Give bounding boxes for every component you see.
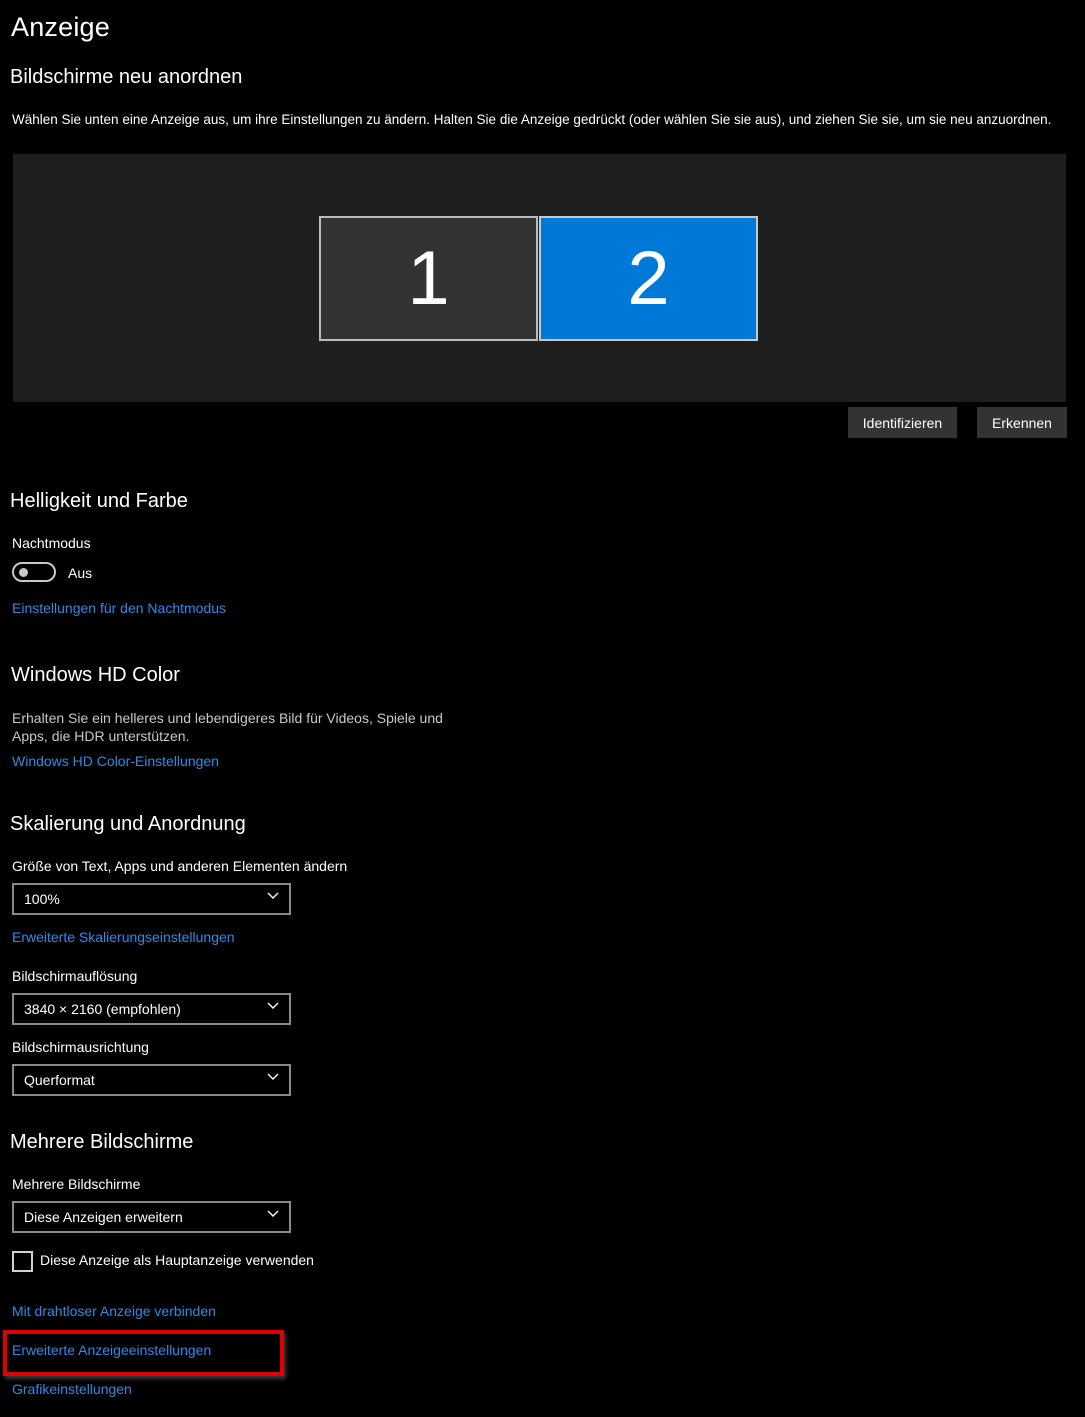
size-dropdown[interactable]: 100%: [12, 883, 291, 915]
toggle-knob: [19, 568, 28, 577]
hdr-description-line1: Erhalten Sie ein helleres und lebendiger…: [12, 710, 443, 726]
hdr-heading: Windows HD Color: [11, 664, 180, 686]
chevron-down-icon: [267, 892, 279, 899]
multi-display-dropdown-value: Diese Anzeigen erweitern: [24, 1209, 183, 1225]
orientation-label: Bildschirmausrichtung: [12, 1039, 149, 1055]
multi-display-label: Mehrere Bildschirme: [12, 1176, 141, 1192]
monitor-2[interactable]: 2: [539, 216, 758, 341]
monitor-arrangement-area[interactable]: 1 2: [13, 154, 1066, 402]
size-label: Größe von Text, Apps und anderen Element…: [12, 858, 348, 874]
night-mode-settings-link[interactable]: Einstellungen für den Nachtmodus: [12, 600, 226, 616]
orientation-dropdown-value: Querformat: [24, 1072, 95, 1088]
main-display-checkbox[interactable]: [12, 1251, 33, 1272]
chevron-down-icon: [267, 1073, 279, 1080]
main-display-checkbox-label[interactable]: Diese Anzeige als Hauptanzeige verwenden: [40, 1252, 314, 1268]
resolution-dropdown[interactable]: 3840 × 2160 (empfohlen): [12, 993, 291, 1025]
chevron-down-icon: [267, 1002, 279, 1009]
scaling-heading: Skalierung und Anordnung: [10, 813, 246, 835]
graphics-settings-link[interactable]: Grafikeinstellungen: [12, 1381, 132, 1397]
arrange-heading: Bildschirme neu anordnen: [10, 66, 243, 88]
advanced-display-settings-link[interactable]: Erweiterte Anzeigeeinstellungen: [12, 1342, 211, 1358]
chevron-down-icon: [267, 1210, 279, 1217]
resolution-label: Bildschirmauflösung: [12, 968, 138, 984]
resolution-dropdown-value: 3840 × 2160 (empfohlen): [24, 1001, 181, 1017]
hdr-settings-link[interactable]: Windows HD Color-Einstellungen: [12, 753, 219, 769]
brightness-heading: Helligkeit und Farbe: [10, 490, 188, 512]
night-mode-label: Nachtmodus: [12, 535, 91, 551]
hdr-description-line2: Apps, die HDR unterstützen.: [12, 728, 190, 744]
detect-button[interactable]: Erkennen: [977, 407, 1067, 438]
multi-display-heading: Mehrere Bildschirme: [10, 1131, 194, 1153]
monitor-1[interactable]: 1: [319, 216, 538, 341]
orientation-dropdown[interactable]: Querformat: [12, 1064, 291, 1096]
identify-button[interactable]: Identifizieren: [848, 407, 957, 438]
advanced-scaling-link[interactable]: Erweiterte Skalierungseinstellungen: [12, 929, 235, 945]
wireless-display-link[interactable]: Mit drahtloser Anzeige verbinden: [12, 1303, 216, 1319]
night-mode-toggle[interactable]: [12, 562, 56, 582]
night-mode-state: Aus: [68, 565, 93, 581]
arrange-description: Wählen Sie unten eine Anzeige aus, um ih…: [12, 112, 1052, 127]
monitor-2-number: 2: [627, 236, 670, 321]
size-dropdown-value: 100%: [24, 891, 60, 907]
page-title: Anzeige: [11, 12, 110, 42]
multi-display-dropdown[interactable]: Diese Anzeigen erweitern: [12, 1201, 291, 1233]
monitor-1-number: 1: [407, 236, 450, 321]
